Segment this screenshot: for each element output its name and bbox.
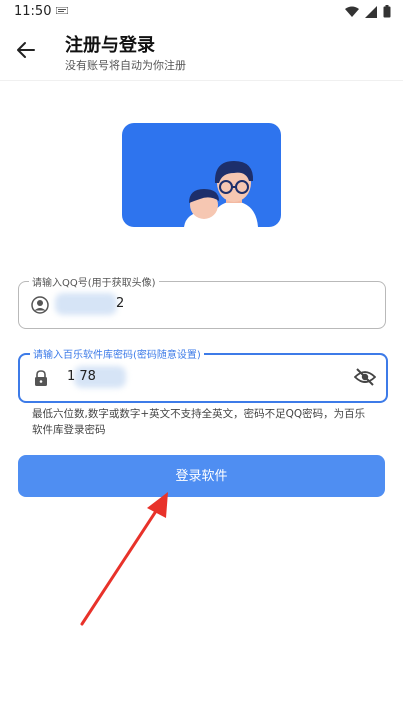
lock-icon bbox=[35, 370, 47, 386]
password-field-label: 请输入百乐软件库密码(密码随意设置) bbox=[30, 346, 204, 361]
status-icons bbox=[345, 5, 391, 18]
eye-off-icon[interactable] bbox=[354, 367, 376, 387]
qq-number-value: 2 bbox=[116, 296, 125, 311]
status-bar: 11:50 bbox=[0, 0, 403, 24]
notification-icon bbox=[56, 7, 68, 14]
qq-field-label: 请输入QQ号(用于获取头像) bbox=[29, 274, 159, 289]
battery-icon bbox=[383, 5, 391, 18]
wifi-icon bbox=[345, 6, 359, 17]
password-value: 1 78 bbox=[67, 369, 96, 384]
app-bar: 注册与登录 没有账号将自动为你注册 bbox=[0, 24, 403, 81]
password-field[interactable]: 请输入百乐软件库密码(密码随意设置) 1 78 bbox=[18, 346, 388, 403]
redacted-qq-number bbox=[55, 293, 117, 315]
login-button[interactable]: 登录软件 bbox=[18, 455, 385, 497]
password-hint: 最低六位数,数字或数字+英文不支持全英文，密码不足QQ密码，为百乐软件库登录密码 bbox=[32, 408, 366, 436]
signal-icon bbox=[365, 5, 377, 18]
status-time: 11:50 bbox=[14, 4, 52, 19]
page-subtitle: 没有账号将自动为你注册 bbox=[65, 59, 186, 72]
couple-avatar-icon bbox=[184, 161, 258, 227]
page-title: 注册与登录 bbox=[65, 35, 155, 56]
user-icon bbox=[31, 296, 49, 314]
back-arrow-icon[interactable] bbox=[14, 38, 38, 62]
qq-number-field[interactable]: 请输入QQ号(用于获取头像) 2 bbox=[18, 274, 386, 329]
users-illustration bbox=[122, 123, 281, 227]
